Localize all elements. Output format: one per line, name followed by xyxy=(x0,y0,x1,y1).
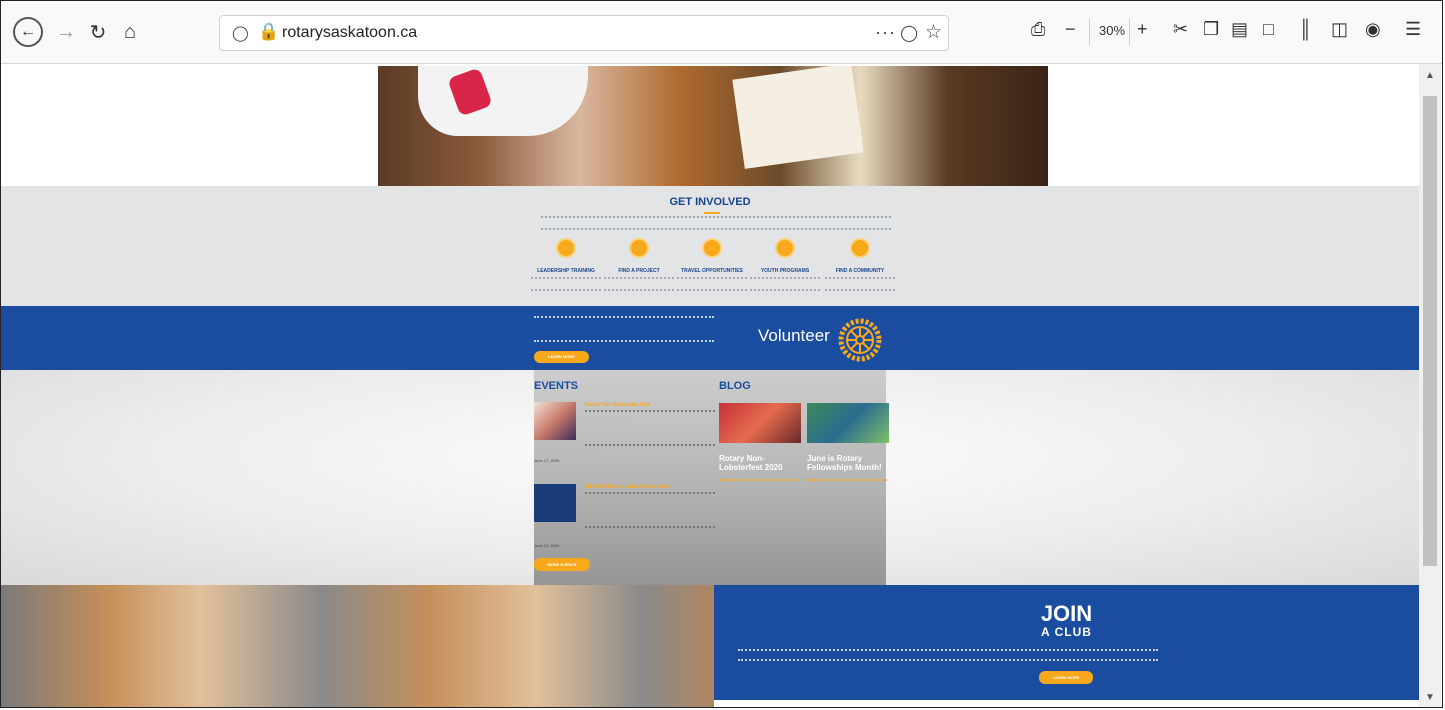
scroll-thumb[interactable] xyxy=(1423,96,1437,566)
join-learn-more-button[interactable]: LEARN MORE xyxy=(1039,671,1093,684)
paste-icon[interactable]: ▤ xyxy=(1231,19,1248,40)
back-button[interactable]: ← xyxy=(13,17,43,47)
reload-icon[interactable]: ↻ xyxy=(83,17,113,47)
join-club-section: JOIN A CLUB LEARN MORE xyxy=(714,585,1419,700)
get-involved-section: GET INVOLVED LEADERSHIP TRAINING FIND A … xyxy=(1,186,1419,306)
event-thumbnail[interactable] xyxy=(534,484,576,522)
divider xyxy=(1089,19,1090,45)
event-thumbnail[interactable] xyxy=(534,402,576,440)
community-icon xyxy=(850,238,870,258)
involved-text xyxy=(677,277,747,291)
zoom-level[interactable]: 30% xyxy=(1099,23,1125,38)
involved-item-youth[interactable]: YOUTH PROGRAMS xyxy=(750,238,820,291)
involved-item-leadership[interactable]: LEADERSHIP TRAINING xyxy=(531,238,601,291)
account-icon[interactable]: ◉ xyxy=(1365,19,1381,40)
hands-image xyxy=(1,585,714,707)
copy-icon[interactable]: ❐ xyxy=(1203,19,1219,40)
browser-toolbar: ← → ↻ ⌂ ◯ 🔒 rotarysaskatoon.ca ··· ◯ ☆ ⎙… xyxy=(1,1,1442,64)
event-excerpt xyxy=(585,410,715,446)
vertical-scrollbar[interactable]: ▲ ▼ xyxy=(1419,64,1441,707)
lightbulb-icon xyxy=(629,238,649,258)
hero-image xyxy=(378,66,1048,186)
scroll-up-icon[interactable]: ▲ xyxy=(1425,70,1435,81)
cut-icon[interactable]: ✂ xyxy=(1173,19,1188,40)
blog-meta xyxy=(807,479,887,485)
event-excerpt xyxy=(585,492,715,528)
involved-item-project[interactable]: FIND A PROJECT xyxy=(604,238,674,291)
hero-box-shape xyxy=(732,66,864,169)
shield-icon[interactable]: ◯ xyxy=(232,24,249,42)
event-date: June 17, 2020 xyxy=(534,458,560,463)
insecure-lock-icon[interactable]: 🔒 xyxy=(258,22,279,42)
blog-post-title[interactable]: Rotary Non-Lobsterfest 2020 xyxy=(719,454,799,472)
hamburger-menu-icon[interactable]: ☰ xyxy=(1405,19,1421,40)
url-text[interactable]: rotarysaskatoon.ca xyxy=(282,24,417,42)
event-title[interactable]: Family Fun Scavenger Hunt xyxy=(585,402,651,408)
involved-item-travel[interactable]: TRAVEL OPPORTUNITIES xyxy=(677,238,747,291)
involved-text xyxy=(750,277,820,291)
events-title: EVENTS xyxy=(534,380,579,392)
volunteer-learn-more-button[interactable]: LEARN MORE xyxy=(534,351,589,363)
sidebar-icon[interactable]: ◫ xyxy=(1331,19,1348,40)
involved-label[interactable]: YOUTH PROGRAMS xyxy=(750,268,820,274)
pocket-icon[interactable]: ◯ xyxy=(900,23,918,43)
event-title[interactable]: The 2020 Rotary Virtual Convention xyxy=(585,484,669,490)
title-underline xyxy=(704,212,720,214)
blog-thumbnail[interactable] xyxy=(807,403,889,443)
involved-item-community[interactable]: FIND A COMMUNITY xyxy=(825,238,895,291)
involved-text xyxy=(531,277,601,291)
library-icon[interactable]: ║ xyxy=(1299,19,1312,40)
address-bar[interactable]: ◯ 🔒 rotarysaskatoon.ca ··· ◯ ☆ xyxy=(219,15,949,51)
volunteer-description xyxy=(534,316,714,342)
event-date: June 10, 2020 xyxy=(534,543,560,548)
involved-label[interactable]: TRAVEL OPPORTUNITIES xyxy=(677,268,747,274)
get-involved-description xyxy=(541,216,891,230)
join-heading: JOIN xyxy=(1040,601,1093,626)
involved-label[interactable]: FIND A PROJECT xyxy=(604,268,674,274)
join-paragraph xyxy=(738,649,1158,654)
blog-post-title[interactable]: June is Rotary Fellowships Month! xyxy=(807,454,887,472)
involved-label[interactable]: LEADERSHIP TRAINING xyxy=(531,268,601,274)
forward-arrow-icon[interactable]: → xyxy=(51,17,81,47)
zoom-in-icon[interactable]: + xyxy=(1137,19,1148,40)
browser-window: ← → ↻ ⌂ ◯ 🔒 rotarysaskatoon.ca ··· ◯ ☆ ⎙… xyxy=(0,0,1443,708)
rotary-wheel-icon xyxy=(838,318,882,362)
join-paragraph xyxy=(738,659,1158,664)
more-events-button[interactable]: MORE EVENTS xyxy=(534,558,590,571)
zoom-out-icon[interactable]: − xyxy=(1065,19,1076,40)
involved-text xyxy=(825,277,895,291)
youth-icon xyxy=(775,238,795,258)
blog-thumbnail[interactable] xyxy=(719,403,801,443)
join-subheading: A CLUB xyxy=(1041,625,1092,639)
scroll-down-icon[interactable]: ▼ xyxy=(1425,692,1435,703)
get-involved-title: GET INVOLVED xyxy=(669,196,751,208)
globe-icon xyxy=(702,238,722,258)
involved-text xyxy=(604,277,674,291)
leadership-icon xyxy=(556,238,576,258)
blog-title: BLOG xyxy=(719,380,751,392)
divider xyxy=(1129,19,1130,45)
page-actions-menu-icon[interactable]: ··· xyxy=(875,22,896,43)
blog-meta xyxy=(719,479,799,485)
hero-hat-shape xyxy=(418,66,588,136)
involved-label[interactable]: FIND A COMMUNITY xyxy=(825,268,895,274)
back-arrow-icon: ← xyxy=(13,17,43,47)
screenshot-icon[interactable]: □ xyxy=(1263,19,1274,40)
bookmark-star-icon[interactable]: ☆ xyxy=(925,21,942,44)
print-icon[interactable]: ⎙ xyxy=(1031,19,1045,40)
home-icon[interactable]: ⌂ xyxy=(115,17,145,47)
volunteer-section: LEARN MORE Volunteer xyxy=(1,306,1419,370)
volunteer-heading: Volunteer xyxy=(758,326,830,345)
